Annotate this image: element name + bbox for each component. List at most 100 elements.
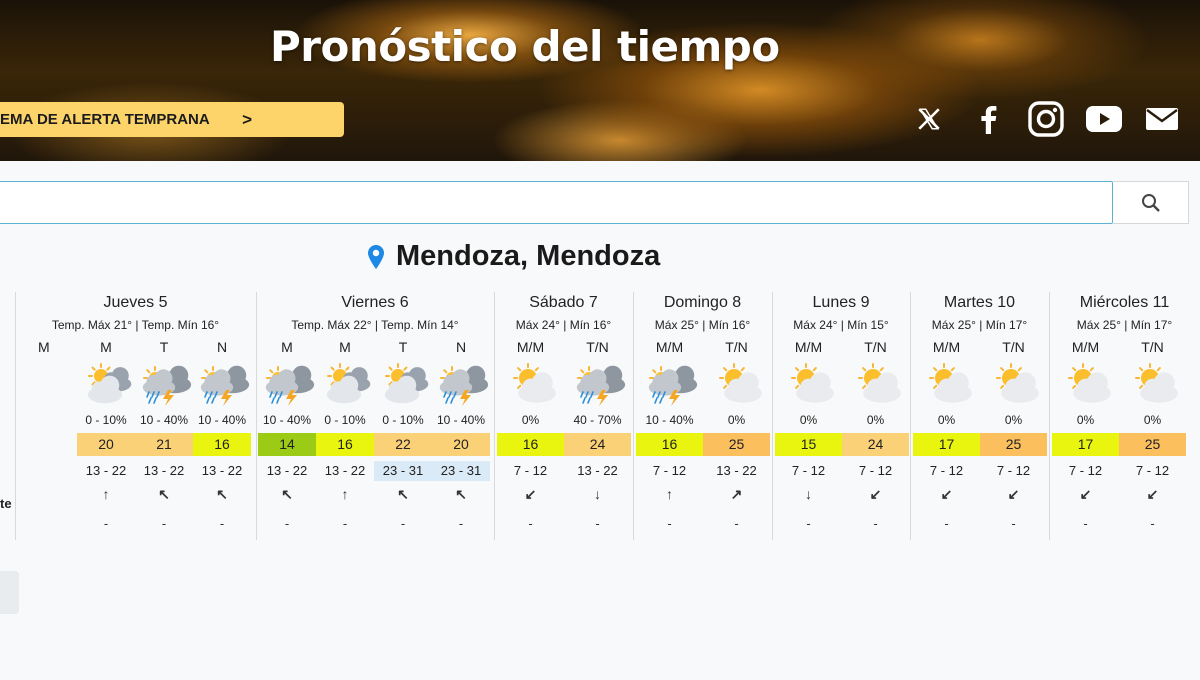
- wind-direction-icon: ↙: [524, 486, 537, 502]
- temperature-cell: 17: [913, 433, 980, 456]
- cloudy-sun-icon: [83, 360, 135, 406]
- wind-speed: 7 - 12: [858, 463, 893, 478]
- wind-speed: 13 - 22: [324, 463, 366, 478]
- storm-icon: [647, 360, 699, 406]
- storm-icon: [199, 360, 251, 406]
- gust-value: -: [1150, 516, 1155, 531]
- early-warning-button[interactable]: EMA DE ALERTA TEMPRANA >: [0, 102, 344, 137]
- precip-probability: 0%: [1143, 413, 1162, 427]
- mail-icon[interactable]: [1142, 100, 1182, 138]
- wind-speed: 7 - 12: [791, 463, 826, 478]
- precip-probability: 10 - 40%: [197, 413, 247, 427]
- storm-icon: [575, 360, 627, 406]
- wind-speed: 13 - 22: [85, 463, 127, 478]
- header-banner: Pronóstico del tiempo EMA DE ALERTA TEMP…: [0, 0, 1200, 161]
- gust-value: -: [103, 516, 109, 531]
- search-icon: [1141, 193, 1160, 212]
- chevron-right-icon: >: [242, 110, 252, 129]
- day-temp-summary: Máx 25° | Mín 17°: [1076, 318, 1173, 332]
- wind-speed: 13 - 22: [143, 463, 185, 478]
- wind-direction-icon: ↗: [730, 486, 743, 502]
- day-temp-summary: Temp. Máx 22° | Temp. Mín 14°: [291, 318, 459, 332]
- wind-direction-icon: ↓: [805, 486, 812, 502]
- storm-icon: [264, 360, 316, 406]
- partly-sunny-icon: [1130, 360, 1182, 406]
- partly-sunny-icon: [991, 360, 1043, 406]
- wind-direction-icon: ↑: [102, 486, 110, 502]
- day-temp-summary: Máx 24° | Mín 15°: [793, 318, 889, 332]
- day-temp-summary: Máx 24° | Mín 16°: [515, 318, 612, 332]
- x-icon[interactable]: [909, 100, 949, 138]
- temperature-cell: 25: [980, 433, 1047, 456]
- storm-icon: [141, 360, 193, 406]
- gust-value: -: [342, 516, 348, 531]
- wind-speed: 7 - 12: [652, 463, 687, 478]
- wind-speed: 7 - 12: [1135, 463, 1170, 478]
- slot-label: M: [38, 339, 50, 355]
- search-input[interactable]: [0, 181, 1113, 224]
- early-warning-label: EMA DE ALERTA TEMPRANA: [0, 111, 210, 128]
- wind-direction-icon: ↑: [341, 486, 349, 502]
- wind-speed: 7 - 12: [513, 463, 548, 478]
- search-button[interactable]: [1113, 181, 1189, 224]
- temperature-cell: 16: [193, 433, 251, 456]
- temperature-cell: 22: [374, 433, 432, 456]
- precip-probability: 0 - 10%: [85, 413, 127, 427]
- gust-value: -: [161, 516, 167, 531]
- gust-value: -: [873, 516, 878, 531]
- gust-value: -: [734, 516, 739, 531]
- wind-direction-icon: ↖: [158, 486, 170, 502]
- gust-value: -: [284, 516, 290, 531]
- day-title: Lunes 9: [812, 294, 870, 311]
- facebook-icon[interactable]: [968, 100, 1008, 138]
- temperature-cell: 25: [1119, 433, 1186, 456]
- temperature-cell: 20: [432, 433, 490, 456]
- wind-speed: 7 - 12: [996, 463, 1031, 478]
- wind-direction-icon: ↙: [1146, 486, 1159, 502]
- temperature-cell: 24: [842, 433, 909, 456]
- day-title: Sábado 7: [529, 294, 598, 311]
- temperature-cell: 16: [636, 433, 703, 456]
- precip-probability: 0 - 10%: [324, 413, 366, 427]
- slot-label: T/N: [1141, 339, 1164, 355]
- partly-sunny-icon: [508, 360, 560, 406]
- day-temp-summary: Máx 25° | Mín 17°: [931, 318, 1028, 332]
- slot-label: M/M: [655, 339, 684, 355]
- gust-value: -: [219, 516, 225, 531]
- wind-speed: 23 - 31: [374, 461, 432, 481]
- wind-direction-icon: ↖: [397, 486, 409, 502]
- instagram-icon[interactable]: [1026, 100, 1066, 138]
- slot-label: T/N: [586, 339, 609, 355]
- slot-label: T: [398, 339, 408, 355]
- temperature-cell: 14: [258, 433, 316, 456]
- wind-direction-icon: ↖: [281, 486, 293, 502]
- side-panel[interactable]: [0, 571, 19, 614]
- gust-value: -: [944, 516, 949, 531]
- wind-speed: 7 - 12: [1068, 463, 1103, 478]
- gust-value: -: [667, 516, 672, 531]
- wind-direction-icon: ↙: [869, 486, 882, 502]
- cloudy-sun-icon: [322, 360, 374, 406]
- slot-label: T/N: [725, 339, 748, 355]
- gust-value: -: [458, 516, 464, 531]
- partly-sunny-icon: [786, 360, 838, 406]
- location-name: Mendoza, Mendoza: [396, 240, 661, 272]
- slot-label: M: [281, 339, 293, 355]
- slot-label: M: [100, 339, 112, 355]
- location-header: Mendoza, Mendoza: [368, 240, 660, 273]
- day-title: Jueves 5: [103, 294, 168, 311]
- slot-label: T: [159, 339, 169, 355]
- gust-value: -: [806, 516, 811, 531]
- wind-direction-icon: ↖: [216, 486, 228, 502]
- day-title: Viernes 6: [341, 294, 409, 311]
- cloudy-sun-icon: [380, 360, 432, 406]
- precip-probability: 10 - 40%: [139, 413, 189, 427]
- slot-label: T/N: [864, 339, 887, 355]
- precip-probability: 40 - 70%: [573, 413, 622, 427]
- youtube-icon[interactable]: [1084, 100, 1124, 138]
- precip-probability: 10 - 40%: [436, 413, 486, 427]
- wind-direction-icon: ↙: [940, 486, 953, 502]
- gust-value: -: [400, 516, 406, 531]
- location-pin-icon: [368, 244, 384, 269]
- day-temp-summary: Máx 25° | Mín 16°: [654, 318, 751, 332]
